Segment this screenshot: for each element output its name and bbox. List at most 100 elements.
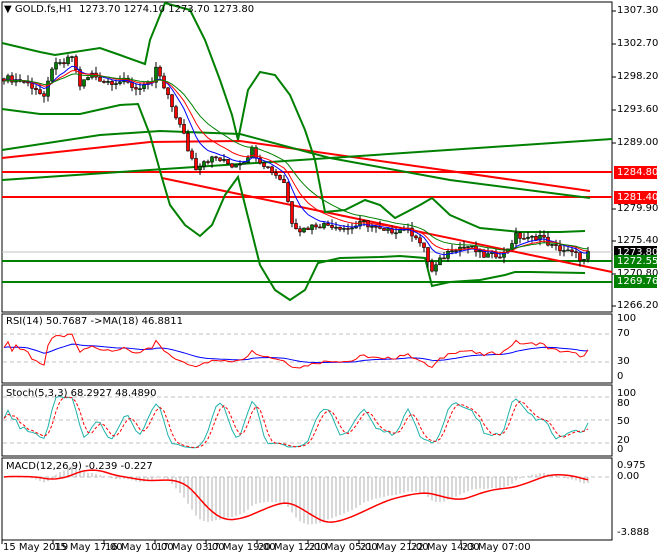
candle [302,227,306,233]
candle [286,182,290,202]
candle [110,81,114,85]
candle [578,252,582,261]
price-axis-label: 1302.70 [617,38,659,49]
rsi-label: RSI(14) 50.7687 ->MA(18) 46.8811 [6,316,183,327]
candle [210,156,214,163]
candle [66,56,70,65]
candle [106,81,110,83]
macd-label: MACD(12,26,9) -0.239 -0.227 [6,461,153,472]
stoch-main-line [3,395,589,449]
level-tag: 1269.76 [614,275,658,288]
candle [558,245,562,252]
candle [178,117,182,125]
candle [470,245,474,248]
candle [530,235,534,238]
candle [382,228,386,231]
candle [510,243,514,250]
candle [158,66,162,77]
collapse-triangle-icon[interactable]: ▼ [4,4,12,15]
candle [114,83,118,85]
candle [346,228,350,230]
candle [534,235,538,241]
candle [426,247,430,263]
candle [270,166,274,174]
candle [198,166,202,171]
price-axis-label: 1298.20 [617,71,659,82]
candle [362,220,366,223]
candle [222,159,226,161]
price-axis-label: 1307.30 [617,5,659,16]
candle [306,227,310,230]
candle [322,223,326,229]
candle [486,253,490,258]
chart-header[interactable]: ▼ GOLD.fs,H1 1273.70 1274.10 1273.70 127… [4,4,254,16]
candle [82,79,86,87]
candle [298,228,302,233]
stoch-axis-label: 50 [617,416,630,427]
rsi-axis-label: 70 [617,328,630,339]
macd-axis-label: 0.00 [617,471,640,482]
candle [498,256,502,259]
rsi-axis-label: 30 [617,356,630,367]
candle [138,88,142,90]
candle [394,232,398,235]
candle [166,87,170,95]
candle [338,226,342,230]
candle [370,225,374,228]
candle [54,62,58,70]
candle [278,175,282,180]
chart-canvas[interactable] [0,0,660,560]
candle [326,223,330,226]
candle [190,150,194,159]
candle [226,159,230,164]
candle [374,225,378,228]
overlays [1,1,613,302]
ohlc-low: 1273.70 [168,4,210,15]
candle [274,172,278,176]
candle [38,89,42,94]
candle [570,249,574,252]
candle [134,87,138,90]
candle [430,261,434,272]
candle [566,249,570,252]
candle [378,226,382,229]
price-axis-label: 1266.20 [617,300,659,311]
candle [314,224,318,228]
candle [262,162,266,167]
candle [70,56,74,58]
candle [514,232,518,244]
candle [234,164,238,168]
candle [386,228,390,231]
candle [194,158,198,171]
candle [230,163,234,168]
candle [86,77,90,80]
stoch-signal-line [3,396,589,449]
ohlc-open: 1273.70 [79,4,121,15]
rsi-axis-label: 100 [617,313,637,324]
candle [574,251,578,253]
candle [118,81,122,84]
candle [446,250,450,259]
candle [102,81,106,83]
price-axis-label: 1293.60 [617,104,659,115]
candle [466,246,470,248]
candle [554,244,558,246]
candle [206,161,210,163]
level-tag: 1284.80 [614,166,658,179]
candle [462,246,466,249]
candle [434,264,438,272]
candle [454,250,458,252]
candle [62,62,66,65]
candle [418,237,422,244]
candle [182,124,186,134]
candle [238,163,242,166]
price-axis-label: 1289.00 [617,137,659,148]
candle [242,162,246,165]
stoch-axis-label: 0 [617,444,624,455]
candle [202,161,206,167]
candle [542,234,546,238]
candle [294,223,298,229]
rsi-axis-label: 0 [617,371,624,382]
candle [318,226,322,229]
candle [42,93,46,97]
